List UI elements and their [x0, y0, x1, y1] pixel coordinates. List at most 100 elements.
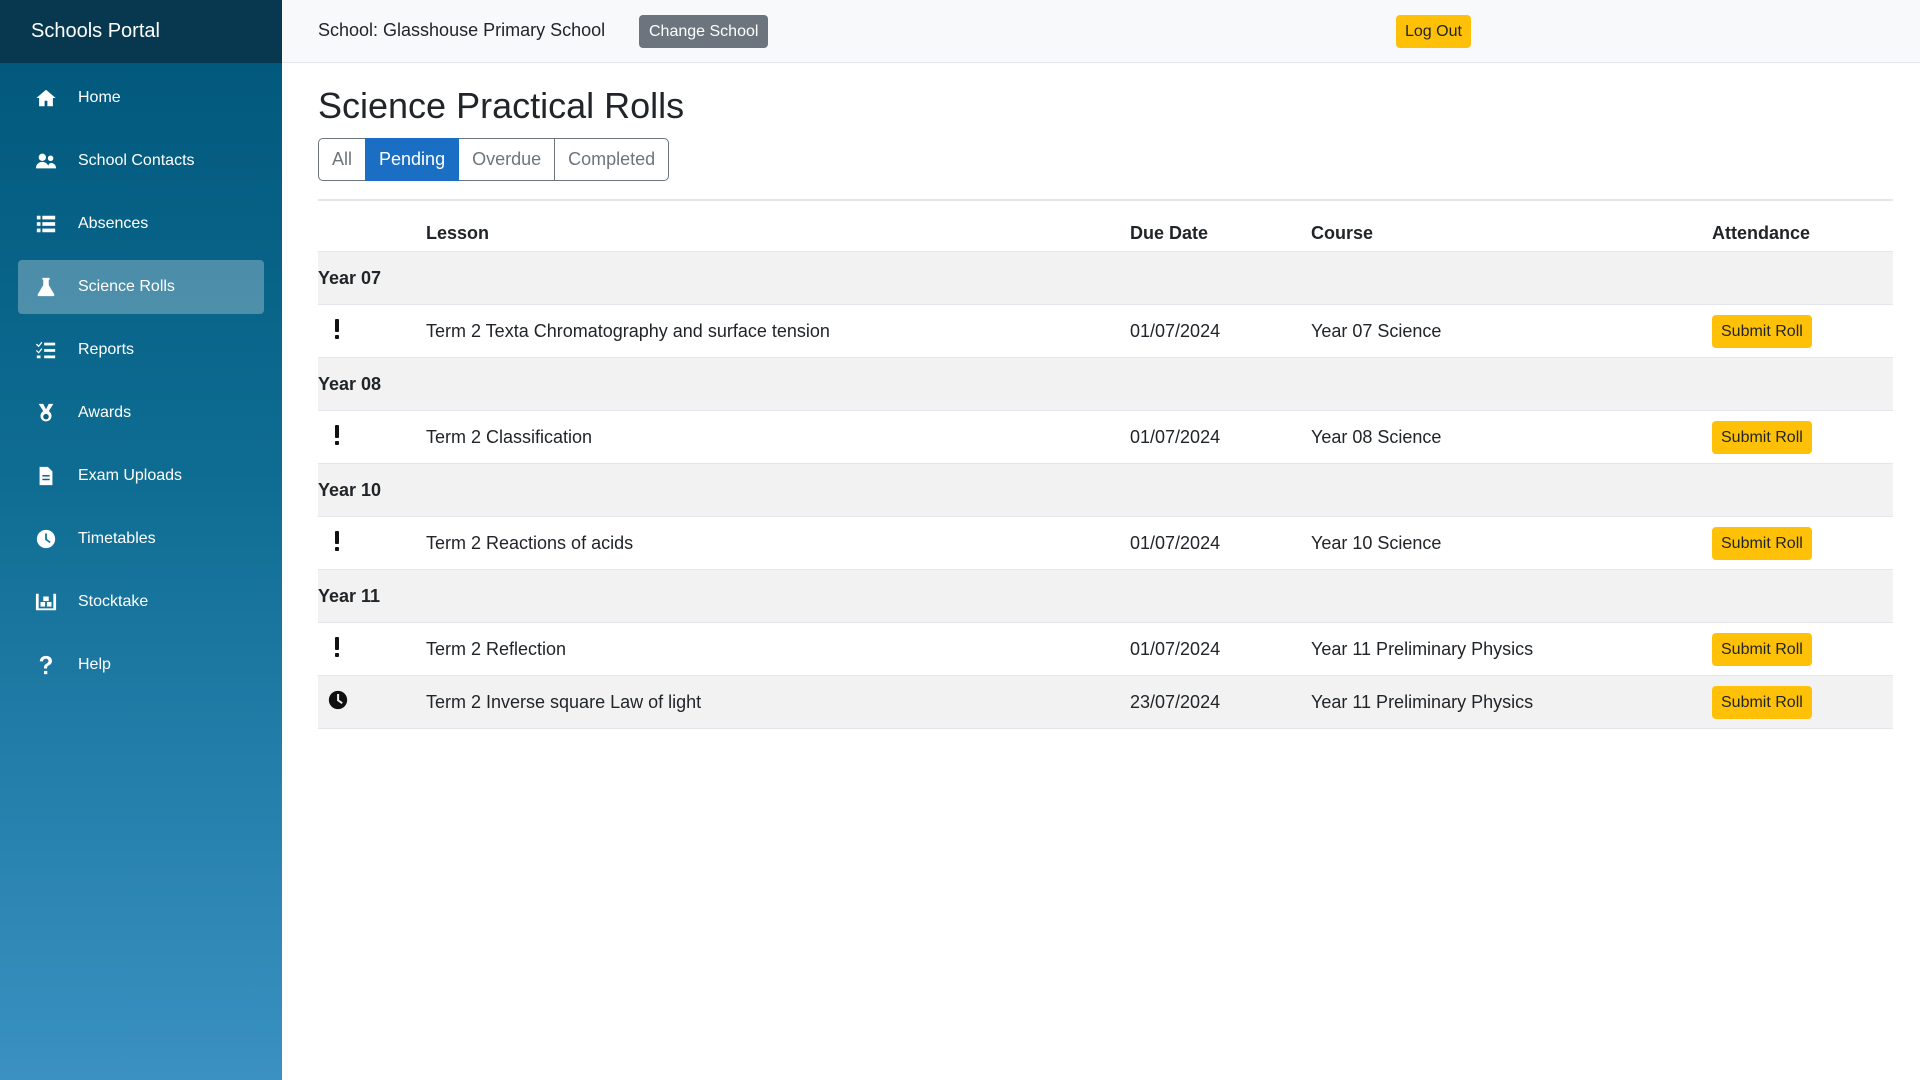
lesson-cell: Term 2 Classification — [426, 410, 1130, 464]
sidebar-item-absences[interactable]: Absences — [18, 197, 264, 251]
group-title: Year 10 — [318, 463, 1893, 517]
sidebar-item-label: Help — [78, 656, 111, 673]
table-row: Term 2 Texta Chromatography and surface … — [318, 304, 1893, 358]
submit-roll-button[interactable]: Submit Roll — [1712, 526, 1812, 560]
sidebar-item-label: Exam Uploads — [78, 467, 183, 484]
due-date-cell: 01/07/2024 — [1130, 516, 1311, 570]
group-row: Year 11 — [318, 569, 1893, 623]
column-header-attendance: Attendance — [1712, 222, 1811, 243]
attendance-cell: Submit Roll — [1712, 410, 1893, 464]
lesson-cell: Term 2 Reactions of acids — [426, 516, 1130, 570]
list-icon — [34, 212, 58, 236]
sidebar-item-label: School Contacts — [78, 152, 195, 169]
sidebar-item-reports[interactable]: Reports — [18, 323, 264, 377]
lesson-cell: Term 2 Inverse square Law of light — [426, 675, 1130, 729]
attendance-cell: Submit Roll — [1712, 304, 1893, 358]
sidebar-item-label: Home — [78, 89, 121, 106]
table-header-row: Lesson Due Date Course Attendance — [318, 215, 1893, 252]
status-cell — [318, 304, 426, 358]
sidebar-item-label: Science Rolls — [78, 278, 175, 295]
table-row: Term 2 Inverse square Law of light 23/07… — [318, 675, 1893, 729]
question-icon — [34, 653, 58, 677]
table-row: Term 2 Classification 01/07/2024 Year 08… — [318, 410, 1893, 464]
sidebar-item-timetables[interactable]: Timetables — [18, 512, 264, 566]
exclamation-icon — [327, 635, 351, 659]
rolls-table: Lesson Due Date Course Attendance Year 0… — [318, 215, 1893, 729]
filter-all-button[interactable]: All — [318, 138, 367, 181]
due-date-cell: 23/07/2024 — [1130, 675, 1311, 729]
brand-title[interactable]: Schools Portal — [0, 0, 282, 63]
file-icon — [34, 464, 58, 488]
page-content: Science Practical Rolls All Pending Over… — [282, 63, 1920, 729]
course-cell: Year 11 Preliminary Physics — [1311, 622, 1712, 676]
page-title: Science Practical Rolls — [318, 85, 685, 126]
checklist-icon — [34, 338, 58, 362]
sidebar-item-home[interactable]: Home — [18, 71, 264, 125]
app-root: Schools Portal Home School Contacts Abse… — [0, 0, 1920, 1080]
submit-roll-button[interactable]: Submit Roll — [1712, 420, 1812, 454]
sidebar-item-exam-uploads[interactable]: Exam Uploads — [18, 449, 264, 503]
home-icon — [34, 86, 58, 110]
course-cell: Year 11 Preliminary Physics — [1311, 675, 1712, 729]
attendance-cell: Submit Roll — [1712, 516, 1893, 570]
clock-icon — [327, 688, 351, 712]
sidebar-item-science-rolls[interactable]: Science Rolls — [18, 260, 264, 314]
section-divider — [318, 199, 1893, 201]
sidebar-item-label: Awards — [78, 404, 132, 421]
course-cell: Year 08 Science — [1311, 410, 1712, 464]
sidebar-item-school-contacts[interactable]: School Contacts — [18, 134, 264, 188]
status-cell — [318, 516, 426, 570]
submit-roll-button[interactable]: Submit Roll — [1712, 314, 1812, 348]
status-cell — [318, 675, 426, 729]
exclamation-icon — [327, 423, 351, 447]
column-header-status — [318, 215, 426, 252]
exclamation-icon — [327, 529, 351, 553]
logout-button[interactable]: Log Out — [1396, 15, 1471, 48]
clock-icon — [34, 527, 58, 551]
sidebar-item-label: Absences — [78, 215, 149, 232]
top-bar: School: Glasshouse Primary School Change… — [282, 0, 1920, 63]
group-title: Year 11 — [318, 569, 1893, 623]
sidebar-item-stocktake[interactable]: Stocktake — [18, 575, 264, 629]
group-title: Year 07 — [318, 251, 1893, 305]
lesson-cell: Term 2 Reflection — [426, 622, 1130, 676]
group-row: Year 08 — [318, 357, 1893, 411]
medal-icon — [34, 401, 58, 425]
warehouse-icon — [34, 590, 58, 614]
sidebar-nav: Home School Contacts Absences Science Ro… — [0, 71, 282, 692]
sidebar-item-awards[interactable]: Awards — [18, 386, 264, 440]
change-school-button[interactable]: Change School — [639, 15, 769, 48]
due-date-cell: 01/07/2024 — [1130, 410, 1311, 464]
course-cell: Year 10 Science — [1311, 516, 1712, 570]
submit-roll-button[interactable]: Submit Roll — [1712, 685, 1812, 719]
column-header-lesson: Lesson — [426, 222, 490, 243]
submit-roll-button[interactable]: Submit Roll — [1712, 632, 1812, 666]
lesson-cell: Term 2 Texta Chromatography and surface … — [426, 304, 1130, 358]
current-school-label: School: Glasshouse Primary School — [318, 20, 606, 40]
exclamation-icon — [327, 317, 351, 341]
attendance-cell: Submit Roll — [1712, 675, 1893, 729]
column-header-course: Course — [1311, 222, 1374, 243]
users-icon — [34, 149, 58, 173]
sidebar-item-label: Timetables — [78, 530, 156, 547]
group-row: Year 07 — [318, 251, 1893, 305]
table-row: Term 2 Reflection 01/07/2024 Year 11 Pre… — [318, 622, 1893, 676]
status-filter-group: All Pending Overdue Completed — [318, 138, 670, 181]
sidebar: Schools Portal Home School Contacts Abse… — [0, 0, 282, 1080]
flask-icon — [34, 275, 58, 299]
sidebar-item-help[interactable]: Help — [18, 638, 264, 692]
status-cell — [318, 622, 426, 676]
due-date-cell: 01/07/2024 — [1130, 304, 1311, 358]
group-row: Year 10 — [318, 463, 1893, 517]
filter-completed-button[interactable]: Completed — [554, 138, 670, 181]
sidebar-item-label: Reports — [78, 341, 135, 358]
main-area: School: Glasshouse Primary School Change… — [282, 0, 1920, 1080]
course-cell: Year 07 Science — [1311, 304, 1712, 358]
filter-pending-button[interactable]: Pending — [365, 138, 460, 181]
filter-overdue-button[interactable]: Overdue — [458, 138, 556, 181]
table-row: Term 2 Reactions of acids 01/07/2024 Yea… — [318, 516, 1893, 570]
status-cell — [318, 410, 426, 464]
attendance-cell: Submit Roll — [1712, 622, 1893, 676]
group-title: Year 08 — [318, 357, 1893, 411]
due-date-cell: 01/07/2024 — [1130, 622, 1311, 676]
